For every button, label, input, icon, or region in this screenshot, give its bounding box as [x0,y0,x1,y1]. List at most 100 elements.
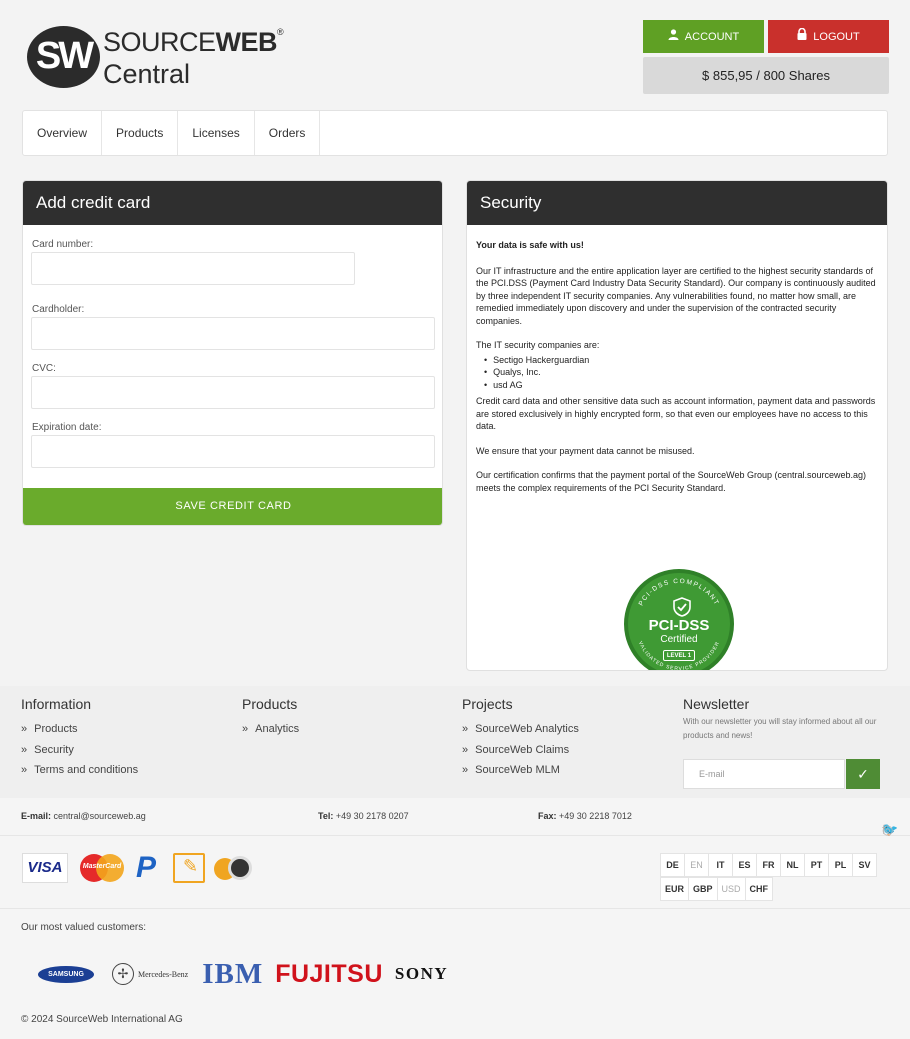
brand-logo[interactable]: SW SOURCEWEB® Central [27,23,284,93]
lang-sv[interactable]: SV [852,853,877,877]
footer-heading: Newsletter [683,696,750,712]
list-item: usd AG [484,379,876,392]
paypal-icon: P [136,851,157,884]
nav-products[interactable]: Products [102,111,179,155]
cheque-icon [173,853,205,883]
contact-tel: Tel: +49 30 2178 0207 [318,811,409,821]
lang-fr[interactable]: FR [756,853,781,877]
badge-title: PCI-DSS [648,617,710,634]
security-paragraph: We ensure that your payment data cannot … [476,445,695,456]
contact-row: E-mail: central@sourceweb.ag Tel: +49 30… [0,798,910,838]
footer-link-sourceweb-analytics[interactable]: SourceWeb Analytics [462,719,579,740]
copyright: © 2024 SourceWeb International AG [21,1014,183,1025]
footer-newsletter: Newsletter With our newsletter you will … [683,696,893,796]
check-icon: ✓ [857,766,869,782]
footer-projects: Projects SourceWeb Analytics SourceWeb C… [462,696,579,781]
logo-subtitle: Central [103,59,191,89]
save-credit-card-button[interactable]: SAVE CREDIT CARD [23,488,442,525]
contact-email: E-mail: central@sourceweb.ag [21,811,146,821]
footer-link-terms[interactable]: Terms and conditions [21,760,138,781]
payment-methods: VISA MasterCard P [22,851,254,885]
cvc-label: CVC: [32,363,56,374]
card-number-input[interactable] [31,252,355,285]
lang-en[interactable]: EN [684,853,709,877]
user-icon [668,20,679,53]
footer-heading: Projects [462,696,513,712]
main-nav: Overview Products Licenses Orders [22,110,888,156]
add-credit-card-panel: Add credit card Card number: Cardholder:… [22,180,443,526]
expiration-date-input[interactable] [31,435,435,468]
footer-links: Information Products Security Terms and … [0,686,910,798]
lang-pt[interactable]: PT [804,853,829,877]
cardholder-label: Cardholder: [32,304,85,315]
expiration-date-label: Expiration date: [32,422,102,433]
account-button[interactable]: ACCOUNT [643,20,764,53]
divider [0,908,910,909]
mercedes-star-icon: ✢ [112,963,134,985]
newsletter-text: With our newsletter you will stay inform… [683,717,877,740]
footer-products: Products Analytics [242,696,299,740]
sony-logo: SONY [394,964,449,983]
lang-nl[interactable]: NL [780,853,805,877]
customers-label: Our most valued customers: [21,922,147,933]
shield-check-icon [673,597,691,617]
nav-licenses[interactable]: Licenses [178,111,255,155]
footer-link-analytics[interactable]: Analytics [242,719,299,740]
currency-chf[interactable]: CHF [744,877,774,901]
language-currency-selector: DE EN IT ES FR NL PT PL SV EUR GBP USD C… [660,853,890,901]
logo-wordmark: SOURCEWEB® [103,27,284,57]
account-label: ACCOUNT [684,31,740,43]
customer-logos: SAMSUNG ✢ Mercedes-Benz IBM FUJITSU SONY [38,954,448,994]
lang-it[interactable]: IT [708,853,733,877]
account-balance: $ 855,95 / 800 Shares [643,57,889,94]
fax-value: +49 30 2218 7012 [559,811,632,821]
language-row: DE EN IT ES FR NL PT PL SV [660,853,890,877]
contact-fax: Fax: +49 30 2218 7012 [538,811,632,821]
footer: Information Products Security Terms and … [0,686,910,1039]
tel-value: +49 30 2178 0207 [335,811,409,821]
other-social-icon[interactable]: ◎ [882,822,899,838]
lang-de[interactable]: DE [660,853,685,877]
visa-icon: VISA [22,853,68,883]
pci-dss-badge: PCI-DSS COMPLIANT VALIDATED SERVICE PROV… [624,569,734,670]
header: SW SOURCEWEB® Central ACCOUNT LOGOUT $ 8… [0,0,910,108]
footer-link-sourceweb-claims[interactable]: SourceWeb Claims [462,740,579,761]
security-panel: Security Your data is safe with us! Our … [466,180,888,671]
newsletter-submit-button[interactable]: ✓ [846,759,880,789]
card-number-label: Card number: [32,239,94,250]
mercedes-logo: ✢ Mercedes-Benz [112,963,188,985]
cvc-input[interactable] [31,376,435,409]
cardholder-input[interactable] [31,317,435,350]
mastercard-icon: MasterCard [77,853,127,883]
badge-subtitle: Certified [660,634,698,645]
footer-heading: Information [21,696,92,712]
logo-mark: SW [27,26,100,88]
nav-overview[interactable]: Overview [23,111,103,155]
badge-level: LEVEL 1 [663,650,695,661]
footer-heading: Products [242,696,298,712]
lock-icon [797,20,807,53]
security-paragraph: Our certification confirms that the paym… [476,470,867,493]
nav-orders[interactable]: Orders [255,111,321,155]
lang-pl[interactable]: PL [828,853,853,877]
security-text: Your data is safe with us! Our IT infras… [476,239,876,506]
email-value[interactable]: central@sourceweb.ag [54,811,146,821]
lang-es[interactable]: ES [732,853,757,877]
footer-link-products[interactable]: Products [21,719,138,740]
newsletter-email-input[interactable]: E-mail [683,759,845,789]
footer-link-security[interactable]: Security [21,740,138,761]
panel-title: Add credit card [23,181,442,225]
footer-link-sourceweb-mlm[interactable]: SourceWeb MLM [462,760,579,781]
logout-button[interactable]: LOGOUT [768,20,889,53]
currency-eur[interactable]: EUR [660,877,690,901]
logout-label: LOGOUT [813,31,860,43]
security-headline: Your data is safe with us! [476,240,584,250]
currency-row: EUR GBP USD CHF [660,877,890,901]
list-item: Qualys, Inc. [484,366,876,379]
samsung-logo: SAMSUNG [38,965,94,983]
panel-title: Security [467,181,887,225]
list-item: Sectigo Hackerguardian [484,354,876,367]
currency-usd[interactable]: USD [716,877,746,901]
currency-gbp[interactable]: GBP [688,877,718,901]
ibm-logo: IBM [202,957,264,990]
